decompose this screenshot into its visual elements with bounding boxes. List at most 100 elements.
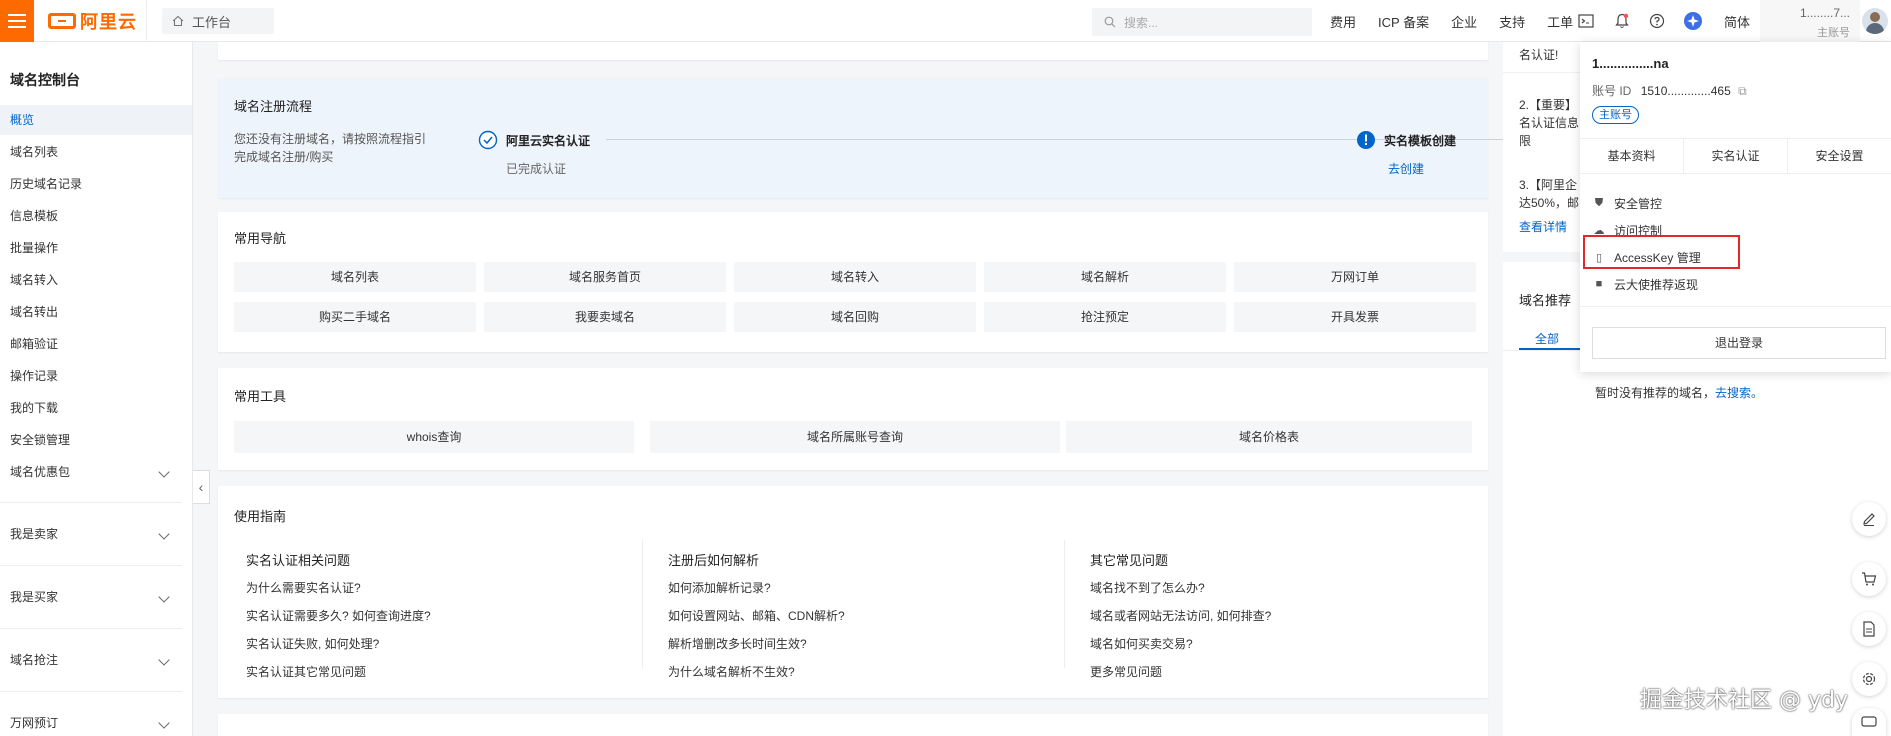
chat-icon[interactable]	[1852, 708, 1886, 736]
check-circle-icon	[478, 130, 498, 150]
guide-link[interactable]: 实名认证需要多久? 如何查询进度?	[246, 607, 431, 624]
guide-column-realname: 实名认证相关问题 为什么需要实名认证? 实名认证需要多久? 如何查询进度? 实名…	[246, 550, 431, 691]
chevron-down-icon	[158, 591, 170, 603]
chevron-down-icon	[158, 466, 170, 478]
recommend-title: 域名推荐	[1519, 293, 1572, 308]
sidebar-item-transfer-out[interactable]: 域名转出	[0, 297, 192, 327]
notice-item-3[interactable]: 3.【阿里企 达50%，邮	[1519, 176, 1579, 212]
logout-button[interactable]: 退出登录	[1592, 327, 1886, 359]
guide-link[interactable]: 为什么需要实名认证?	[246, 579, 431, 596]
account-menu[interactable]: 1........7... 主账号	[1760, 0, 1860, 42]
nav-invoice[interactable]: 开具发票	[1234, 302, 1476, 332]
link-support[interactable]: 支持	[1499, 12, 1525, 31]
document-icon[interactable]	[1852, 612, 1886, 646]
menu-security-control[interactable]: ⛊ 安全管控	[1592, 192, 1662, 214]
sidebar-group-seller[interactable]: 我是卖家	[0, 519, 192, 549]
workbench-button[interactable]: 工作台	[162, 8, 274, 34]
guide-link[interactable]: 解析增删改多长时间生效?	[668, 635, 845, 652]
guide-link[interactable]: 域名找不到了怎么办?	[1090, 579, 1271, 596]
sidebar-item-domain-list[interactable]: 域名列表	[0, 137, 192, 167]
guide-link[interactable]: 如何添加解析记录?	[668, 579, 845, 596]
sidebar-group-label: 我是买家	[10, 590, 59, 604]
tab-basic-info[interactable]: 基本资料	[1580, 139, 1684, 173]
sidebar-item-overview[interactable]: 概览	[0, 105, 192, 135]
sidebar-item-logs[interactable]: 操作记录	[0, 361, 192, 391]
sidebar-item-email-verify[interactable]: 邮箱验证	[0, 329, 192, 359]
divider	[0, 628, 182, 629]
settings-icon[interactable]	[1852, 662, 1886, 696]
nav-domain-dns[interactable]: 域名解析	[984, 262, 1226, 292]
guide-link[interactable]: 更多常见问题	[1090, 663, 1271, 680]
nav-wanwang-orders[interactable]: 万网订单	[1234, 262, 1476, 292]
menu-label: 安全管控	[1614, 196, 1663, 211]
recommend-tab-all[interactable]: 全部	[1535, 330, 1559, 347]
divider	[0, 691, 182, 692]
nav-domain-list[interactable]: 域名列表	[234, 262, 476, 292]
divider	[0, 565, 182, 566]
sidebar-item-transfer-in[interactable]: 域名转入	[0, 265, 192, 295]
nav-domain-service-home[interactable]: 域名服务首页	[484, 262, 726, 292]
guide-column-dns: 注册后如何解析 如何添加解析记录? 如何设置网站、邮箱、CDN解析? 解析增删改…	[668, 550, 845, 691]
sidebar-item-batch[interactable]: 批量操作	[0, 233, 192, 263]
guide-link[interactable]: 实名认证失败, 如何处理?	[246, 635, 431, 652]
info-circle-icon	[1357, 131, 1375, 149]
account-id-value: 1510.............465	[1640, 84, 1731, 98]
notice-item-2[interactable]: 2.【重要】 名认证信息 限	[1519, 96, 1579, 150]
tool-account-lookup[interactable]: 域名所属账号查询	[650, 421, 1060, 453]
search-input[interactable]: 搜索...	[1092, 8, 1312, 36]
terminal-icon[interactable]	[1576, 11, 1596, 31]
sidebar-group-buyer[interactable]: 我是买家	[0, 582, 192, 612]
sidebar-item-history[interactable]: 历史域名记录	[0, 169, 192, 199]
link-enterprise[interactable]: 企业	[1451, 12, 1477, 31]
main-account-badge: 主账号	[1592, 106, 1639, 124]
sidebar-item-security-lock[interactable]: 安全锁管理	[0, 425, 192, 455]
cart-icon[interactable]	[1852, 562, 1886, 596]
account-id-row: 账号 ID 1510.............465 ⧉	[1592, 82, 1747, 99]
tool-price-list[interactable]: 域名价格表	[1066, 421, 1472, 453]
link-icp[interactable]: ICP 备案	[1378, 12, 1429, 31]
avatar[interactable]	[1862, 8, 1888, 34]
guide-link[interactable]: 为什么域名解析不生效?	[668, 663, 845, 680]
link-billing[interactable]: 费用	[1330, 12, 1356, 31]
create-template-link[interactable]: 去创建	[1388, 160, 1424, 177]
chevron-down-icon	[158, 654, 170, 666]
sidebar-group-reserve[interactable]: 万网预订	[0, 708, 192, 736]
gift-icon: ■	[1595, 278, 1603, 290]
sidebar-group-label: 我是卖家	[10, 527, 59, 541]
tab-security-settings[interactable]: 安全设置	[1788, 139, 1891, 173]
menu-referral[interactable]: ■ 云大使推荐返现	[1592, 273, 1698, 295]
sidebar-item-templates[interactable]: 信息模板	[0, 201, 192, 231]
guide-link[interactable]: 如何设置网站、邮箱、CDN解析?	[668, 607, 845, 624]
notice-line: 名认证!	[1519, 48, 1559, 62]
nav-snatch-reserve[interactable]: 抢注预定	[984, 302, 1226, 332]
tab-realname[interactable]: 实名认证	[1684, 139, 1788, 173]
bell-icon[interactable]	[1612, 11, 1632, 31]
notice-more-link[interactable]: 查看详情	[1519, 218, 1567, 235]
edit-icon[interactable]	[1852, 502, 1886, 536]
guide-title: 使用指南	[234, 509, 287, 524]
sidebar-item-discount[interactable]: 域名优惠包	[0, 457, 192, 487]
language-switch[interactable]: 简体	[1724, 12, 1750, 31]
nav-buy-used-domain[interactable]: 购买二手域名	[234, 302, 476, 332]
highlight-box	[1583, 235, 1740, 269]
help-icon[interactable]	[1647, 11, 1667, 31]
cloud-assistant-icon[interactable]	[1683, 11, 1703, 31]
guide-link[interactable]: 域名如何买卖交易?	[1090, 635, 1271, 652]
link-ticket[interactable]: 工单	[1547, 12, 1573, 31]
tool-whois[interactable]: whois查询	[234, 421, 634, 453]
sidebar-collapse-button[interactable]: ‹	[193, 470, 210, 504]
guide-link[interactable]: 实名认证其它常见问题	[246, 663, 431, 680]
nav-domain-transfer-in[interactable]: 域名转入	[734, 262, 976, 292]
sidebar-group-label: 域名抢注	[10, 653, 59, 667]
aliyun-logo[interactable]: 阿里云	[48, 10, 137, 32]
nav-domain-buyback[interactable]: 域名回购	[734, 302, 976, 332]
guide-link[interactable]: 域名或者网站无法访问, 如何排查?	[1090, 607, 1271, 624]
sidebar-group-snatch[interactable]: 域名抢注	[0, 645, 192, 675]
nav-sell-domain[interactable]: 我要卖域名	[484, 302, 726, 332]
account-name: 1........7...	[1799, 6, 1850, 20]
hamburger-menu-icon[interactable]	[0, 0, 34, 42]
sidebar-item-downloads[interactable]: 我的下载	[0, 393, 192, 423]
divider	[1064, 540, 1065, 668]
go-search-link[interactable]: 去搜索。	[1715, 386, 1763, 400]
copy-icon[interactable]: ⧉	[1738, 84, 1747, 98]
